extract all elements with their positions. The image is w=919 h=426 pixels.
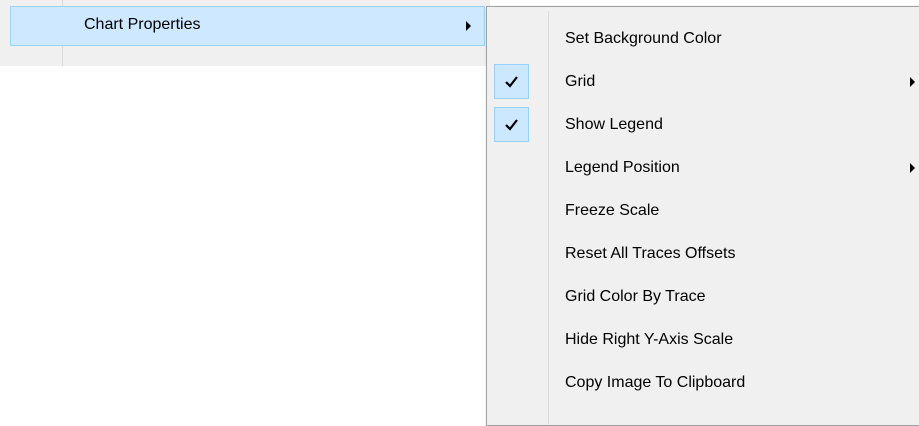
menu-item-label: Grid Color By Trace: [565, 288, 706, 305]
menu-item-label: Freeze Scale: [565, 202, 660, 219]
menu-item-label: Legend Position: [565, 159, 680, 176]
menu-item-legend-position[interactable]: Legend Position: [491, 147, 919, 190]
chart-properties-submenu: Set Background Color Grid Show Legend Le…: [486, 6, 919, 426]
menu-item-show-legend[interactable]: Show Legend: [491, 104, 919, 147]
menu-item-hide-right-y-axis-scale[interactable]: Hide Right Y-Axis Scale: [491, 319, 919, 362]
menu-item-freeze-scale[interactable]: Freeze Scale: [491, 190, 919, 233]
menu-item-label: Set Background Color: [565, 30, 722, 47]
menu-item-label: Reset All Traces Offsets: [565, 245, 736, 262]
menu-item-chart-properties[interactable]: Chart Properties: [10, 6, 485, 46]
menu-item-copy-image-to-clipboard[interactable]: Copy Image To Clipboard: [491, 362, 919, 405]
checkmark-icon: [505, 119, 518, 131]
menu-item-label: Copy Image To Clipboard: [565, 374, 746, 391]
check-indicator: [494, 107, 529, 142]
parent-context-menu: Chart Properties: [0, 0, 490, 66]
submenu-arrow-icon: [910, 163, 915, 173]
menu-item-label: Chart Properties: [84, 16, 201, 33]
menu-item-label: Show Legend: [565, 116, 663, 133]
menu-item-grid-color-by-trace[interactable]: Grid Color By Trace: [491, 276, 919, 319]
menu-item-grid[interactable]: Grid: [491, 61, 919, 104]
check-indicator: [494, 64, 529, 99]
menu-item-set-background-color[interactable]: Set Background Color: [491, 18, 919, 61]
menu-item-label: Grid: [565, 73, 596, 90]
menu-item-label: Hide Right Y-Axis Scale: [565, 331, 734, 348]
checkmark-icon: [505, 76, 518, 88]
menu-item-reset-all-traces-offsets[interactable]: Reset All Traces Offsets: [491, 233, 919, 276]
submenu-arrow-icon: [910, 77, 915, 87]
submenu-arrow-icon: [466, 21, 471, 31]
